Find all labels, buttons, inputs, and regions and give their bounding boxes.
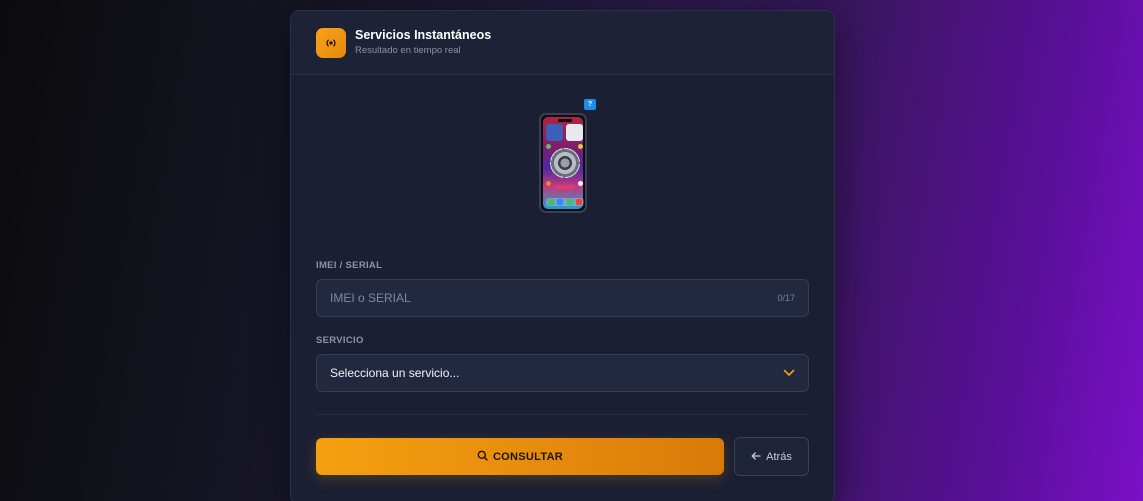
arrow-left-icon [751, 451, 761, 463]
back-button[interactable]: Atrás [734, 437, 809, 476]
consult-button[interactable]: CONSULTAR [316, 438, 724, 475]
char-counter: 0/17 [777, 293, 795, 303]
back-button-label: Atrás [766, 450, 792, 463]
device-image: ? [537, 99, 597, 217]
settings-gear-icon [550, 148, 580, 178]
phone-illustration [539, 113, 587, 213]
imei-input[interactable] [330, 291, 778, 305]
divider [316, 414, 809, 415]
service-select[interactable]: Selecciona un servicio... [316, 354, 809, 392]
service-select-value: Selecciona un servicio... [330, 366, 460, 380]
imei-field[interactable]: 0/17 [316, 279, 809, 317]
page-subtitle: Resultado en tiempo real [355, 45, 461, 56]
service-label: SERVICIO [316, 335, 364, 346]
service-card: Servicios Instantáneos Resultado en tiem… [290, 10, 835, 501]
card-header: Servicios Instantáneos Resultado en tiem… [291, 11, 834, 75]
chevron-down-icon [783, 364, 795, 382]
help-badge[interactable]: ? [584, 99, 596, 110]
search-icon [477, 450, 488, 464]
page-title: Servicios Instantáneos [355, 28, 492, 42]
broadcast-icon [316, 27, 346, 58]
imei-label: IMEI / SERIAL [316, 260, 383, 271]
consult-button-label: CONSULTAR [492, 450, 564, 463]
